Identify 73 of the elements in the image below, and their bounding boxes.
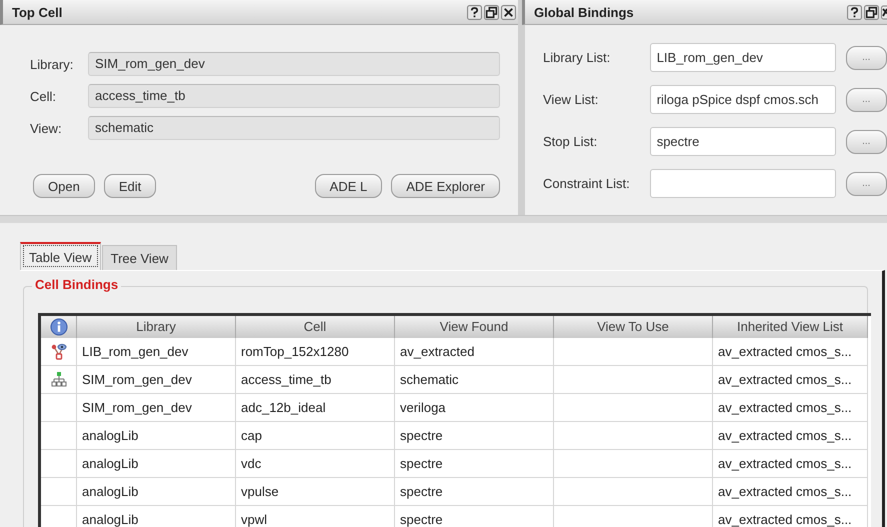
table-cell: vdc — [236, 450, 395, 478]
field-label: View List: — [543, 92, 600, 107]
table-cell: spectre — [395, 478, 554, 506]
input-field[interactable]: SIM_rom_gen_dev — [88, 52, 500, 76]
hierarchy-icon — [50, 370, 66, 388]
table-cell: access_time_tb — [236, 366, 395, 394]
column-header[interactable]: Cell — [236, 316, 395, 338]
restore-icon[interactable] — [484, 4, 499, 20]
input-field[interactable]: LIB_rom_gen_dev — [650, 43, 836, 72]
table-cell: av_extracted cmos_s... — [713, 394, 868, 422]
close-icon[interactable] — [881, 4, 887, 20]
input-field[interactable] — [650, 169, 836, 198]
table-cell: av_extracted cmos_s... — [713, 422, 868, 450]
table-cell: LIB_rom_gen_dev — [77, 338, 236, 366]
field-label: Stop List: — [543, 134, 598, 149]
table-cell: av_extracted cmos_s... — [713, 478, 868, 506]
table-cell: adc_12b_ideal — [236, 394, 395, 422]
table-cell: vpwl — [236, 506, 395, 527]
table-cell: analogLib — [77, 478, 236, 506]
field-label: View: — [30, 120, 63, 136]
column-header[interactable]: Library — [77, 316, 236, 338]
table-cell: av_extracted cmos_s... — [713, 450, 868, 478]
help-icon[interactable] — [467, 4, 482, 20]
icon-cell — [41, 478, 77, 506]
info-icon — [50, 318, 68, 336]
table-cell: av_extracted cmos_s... — [713, 506, 868, 527]
browse-button[interactable]: ... — [846, 46, 887, 70]
restore-icon[interactable] — [864, 4, 879, 20]
input-field[interactable]: spectre — [650, 127, 836, 156]
splitter-handle[interactable] — [0, 215, 887, 223]
table-cell: av_extracted cmos_s... — [713, 338, 868, 366]
close-icon[interactable] — [501, 4, 516, 20]
table-cell: analogLib — [77, 506, 236, 527]
column-header[interactable]: View To Use — [554, 316, 713, 338]
extracted-view-icon — [50, 342, 66, 360]
browse-button[interactable]: ... — [846, 88, 887, 112]
table-cell: vpulse — [236, 478, 395, 506]
input-field[interactable]: access_time_tb — [88, 84, 500, 108]
input-field[interactable]: riloga pSpice dspf cmos.sch — [650, 85, 836, 114]
field-label: Library List: — [543, 50, 612, 65]
action-button[interactable]: Open — [33, 174, 95, 198]
icon-cell — [41, 422, 77, 450]
help-icon[interactable] — [847, 4, 862, 20]
table-cell: av_extracted — [395, 338, 554, 366]
action-button[interactable]: Edit — [104, 174, 156, 198]
table-cell: spectre — [395, 506, 554, 527]
table-cell: analogLib — [77, 450, 236, 478]
tab[interactable]: Tree View — [102, 245, 178, 270]
table-cell: SIM_rom_gen_dev — [77, 394, 236, 422]
action-button[interactable]: ADE L — [314, 174, 382, 198]
column-header[interactable]: Inherited View List — [713, 316, 868, 338]
action-button[interactable]: ADE Explorer — [391, 174, 500, 198]
table-cell: spectre — [395, 450, 554, 478]
table-cell: romTop_152x1280 — [236, 338, 395, 366]
field-label: Cell: — [30, 88, 58, 104]
browse-button[interactable]: ... — [846, 172, 887, 196]
panel-title: Global Bindings — [534, 4, 634, 20]
table-cell: schematic — [395, 366, 554, 394]
tab[interactable]: Table View — [20, 242, 101, 270]
table-cell: SIM_rom_gen_dev — [77, 366, 236, 394]
field-label: Constraint List: — [543, 176, 631, 191]
field-label: Library: — [30, 56, 74, 72]
input-field[interactable]: schematic — [88, 116, 500, 140]
icon-cell — [41, 450, 77, 478]
group-title: Cell Bindings — [32, 277, 122, 292]
table-cell: spectre — [395, 422, 554, 450]
browse-button[interactable]: ... — [846, 130, 887, 154]
panel-title: Top Cell — [12, 4, 62, 20]
table-cell: av_extracted cmos_s... — [713, 366, 868, 394]
table-cell: veriloga — [395, 394, 554, 422]
column-header[interactable]: View Found — [395, 316, 554, 338]
table-cell: cap — [236, 422, 395, 450]
table-cell: analogLib — [77, 422, 236, 450]
